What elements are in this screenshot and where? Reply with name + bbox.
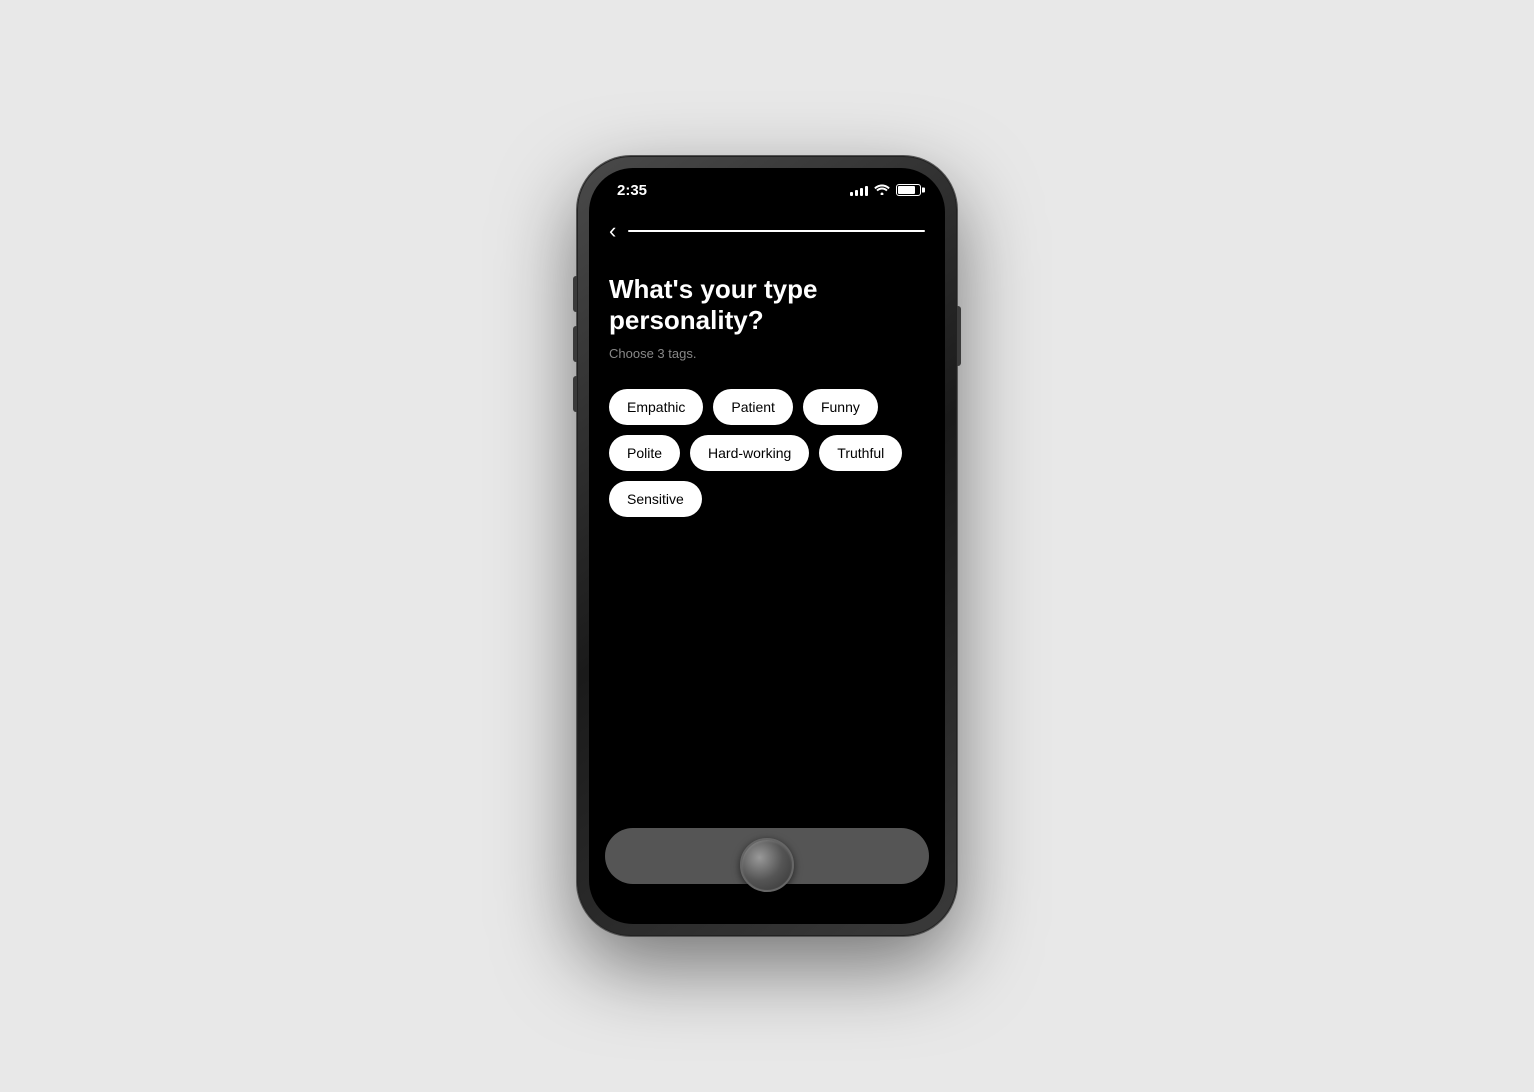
subtitle: Choose 3 tags. <box>609 346 925 361</box>
tag-polite[interactable]: Polite <box>609 435 680 471</box>
back-button[interactable]: ‹ <box>609 220 616 242</box>
wifi-icon <box>874 183 890 198</box>
finish-button-container[interactable]: Finish <box>605 828 929 884</box>
tag-hard-working[interactable]: Hard-working <box>690 435 809 471</box>
tag-empathic[interactable]: Empathic <box>609 389 703 425</box>
progress-bar <box>628 230 925 232</box>
tag-truthful[interactable]: Truthful <box>819 435 902 471</box>
finish-circle-button[interactable] <box>740 838 794 892</box>
nav-bar: ‹ <box>589 212 945 254</box>
main-content: What's your type personality? Choose 3 t… <box>589 254 945 828</box>
tag-funny[interactable]: Funny <box>803 389 878 425</box>
bottom-bar: Finish <box>589 828 945 904</box>
battery-icon <box>896 184 921 196</box>
tag-sensitive[interactable]: Sensitive <box>609 481 702 517</box>
notch <box>692 168 842 196</box>
home-indicator-area <box>589 904 945 924</box>
signal-icon <box>850 184 868 196</box>
page-title: What's your type personality? <box>609 274 925 336</box>
phone-screen: 2:35 <box>589 168 945 924</box>
phone-frame: 2:35 <box>577 156 957 936</box>
status-time: 2:35 <box>613 182 647 199</box>
tags-container: Empathic Patient Funny Polite Hard-worki… <box>609 389 925 517</box>
tag-patient[interactable]: Patient <box>713 389 793 425</box>
status-icons <box>850 183 921 198</box>
